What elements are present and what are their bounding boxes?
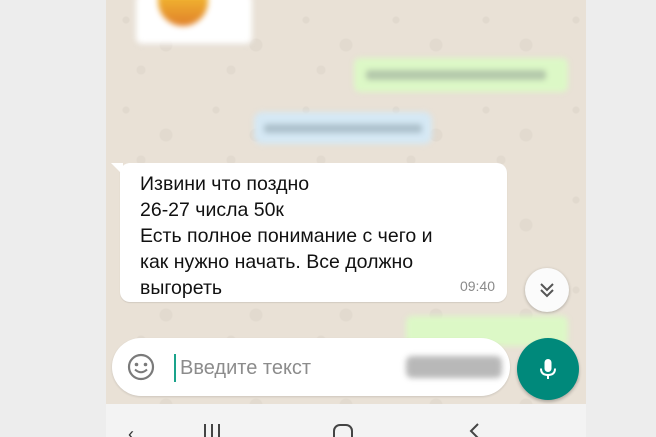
emoji-icon (127, 353, 155, 381)
message-time: 09:40 (459, 278, 495, 294)
sent-message[interactable] (354, 58, 568, 92)
redacted-text (366, 70, 546, 80)
attachment-icons[interactable] (406, 356, 502, 378)
emoji-button[interactable] (126, 352, 156, 382)
back-icon[interactable] (466, 422, 482, 437)
message-input[interactable] (178, 351, 392, 385)
mic-button[interactable] (517, 338, 579, 400)
chat-screen: Извини что поздно 26-27 числа 50к Есть п… (106, 0, 586, 437)
scroll-to-bottom-button[interactable] (525, 268, 569, 312)
double-chevron-down-icon (540, 283, 554, 298)
mic-icon (540, 359, 556, 379)
nav-extra-icon[interactable]: ‹ (128, 424, 134, 437)
system-message (254, 112, 432, 144)
message-text: Извини что поздно 26-27 числа 50к Есть п… (140, 173, 433, 299)
incoming-message-bubble[interactable]: Извини что поздно 26-27 числа 50к Есть п… (111, 163, 507, 302)
recent-apps-icon[interactable] (202, 424, 222, 437)
sticker-image (158, 0, 208, 26)
text-caret (174, 354, 176, 382)
redacted-text (264, 124, 422, 133)
home-icon[interactable] (332, 424, 354, 437)
received-image-message[interactable] (136, 0, 252, 44)
system-navigation-bar: ‹ (106, 404, 586, 437)
message-composer (112, 338, 510, 396)
